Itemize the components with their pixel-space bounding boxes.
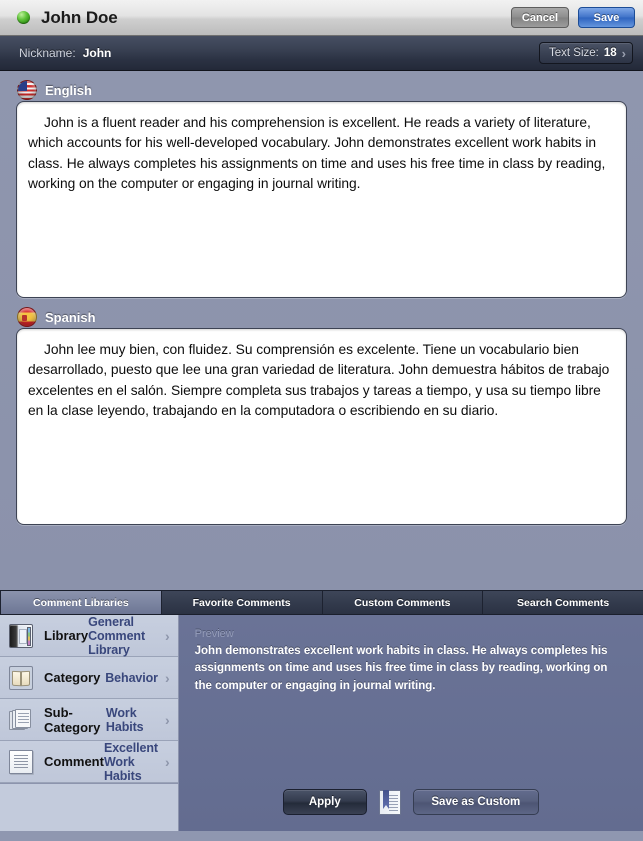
chevron-right-icon: › [164,711,170,728]
tab-favorite-comments[interactable]: Favorite Comments [162,591,323,614]
comment-editor-body: English John is a fluent reader and his … [0,71,643,590]
library-binder-icon [9,623,33,648]
row-sub-category[interactable]: Sub-Category Work Habits › [0,699,178,741]
save-button[interactable]: Save [578,7,635,28]
text-size-label: Text Size: [549,47,599,59]
preview-label: Preview [194,628,234,640]
text-size-button[interactable]: Text Size: 18 › [539,42,633,64]
green-status-dot-icon [17,11,30,24]
apply-button[interactable]: Apply [282,789,367,815]
tab-custom-comments[interactable]: Custom Comments [323,591,484,614]
book-bookmark-icon[interactable] [378,789,401,815]
row-library-value: General Comment Library [88,614,146,657]
row-sub-category-value: Work Habits [105,705,144,734]
row-comment-label: Comment [44,754,104,769]
nickname-bar: Nickname: John Text Size: 18 › [0,36,643,71]
tab-search-comments[interactable]: Search Comments [483,591,643,614]
chevron-right-icon: › [164,669,170,686]
tab-comment-libraries[interactable]: Comment Libraries [0,591,162,614]
row-category-label: Category [44,670,101,685]
comment-source-tabbar: Comment Libraries Favorite Comments Cust… [0,590,643,615]
text-size-value: 18 [603,47,617,59]
lower-panel: Library General Comment Library › Catego… [0,615,643,831]
chevron-right-icon: › [164,753,170,770]
spain-flag-icon [17,307,37,327]
preview-action-bar: Apply Save as Custom [179,789,643,815]
save-as-custom-button[interactable]: Save as Custom [412,789,539,815]
preview-panel: Preview John demonstrates excellent work… [178,615,643,831]
document-icon [9,749,33,774]
row-library-label: Library [44,628,89,643]
titlebar-actions: Cancel Save [510,7,635,28]
english-label: English [45,82,92,98]
cancel-button[interactable]: Cancel [510,7,569,28]
open-book-icon [9,665,33,690]
english-section-header: English [17,71,627,101]
row-comment-value: Excellent Work Habits [103,740,158,783]
nickname-value[interactable]: John [83,46,112,60]
chevron-right-icon: › [164,627,170,644]
english-comment-text: John is a fluent reader and his comprehe… [28,115,606,191]
spanish-comment-text: John lee muy bien, con fluidez. Su compr… [28,342,610,418]
comment-selector-list: Library General Comment Library › Catego… [0,615,179,831]
nickname-label: Nickname: [19,46,76,60]
window-title-bar: John Doe Cancel Save [0,0,643,36]
spanish-label: Spanish [45,309,96,325]
row-library[interactable]: Library General Comment Library › [0,615,178,657]
spanish-comment-textarea[interactable]: John lee muy bien, con fluidez. Su compr… [16,328,627,525]
chevron-right-icon: › [621,45,626,61]
row-comment[interactable]: Comment Excellent Work Habits › [0,741,178,783]
spanish-section-header: Spanish [17,298,627,328]
list-empty-area [0,783,178,831]
row-category[interactable]: Category Behavior › [0,657,178,699]
preview-text: John demonstrates excellent work habits … [194,645,608,692]
stacked-pages-icon [9,708,33,732]
page-title: John Doe [41,7,118,27]
row-sub-category-label: Sub-Category [44,704,101,735]
us-flag-icon [17,80,37,100]
row-category-value: Behavior [105,670,158,685]
english-comment-textarea[interactable]: John is a fluent reader and his comprehe… [16,101,627,298]
